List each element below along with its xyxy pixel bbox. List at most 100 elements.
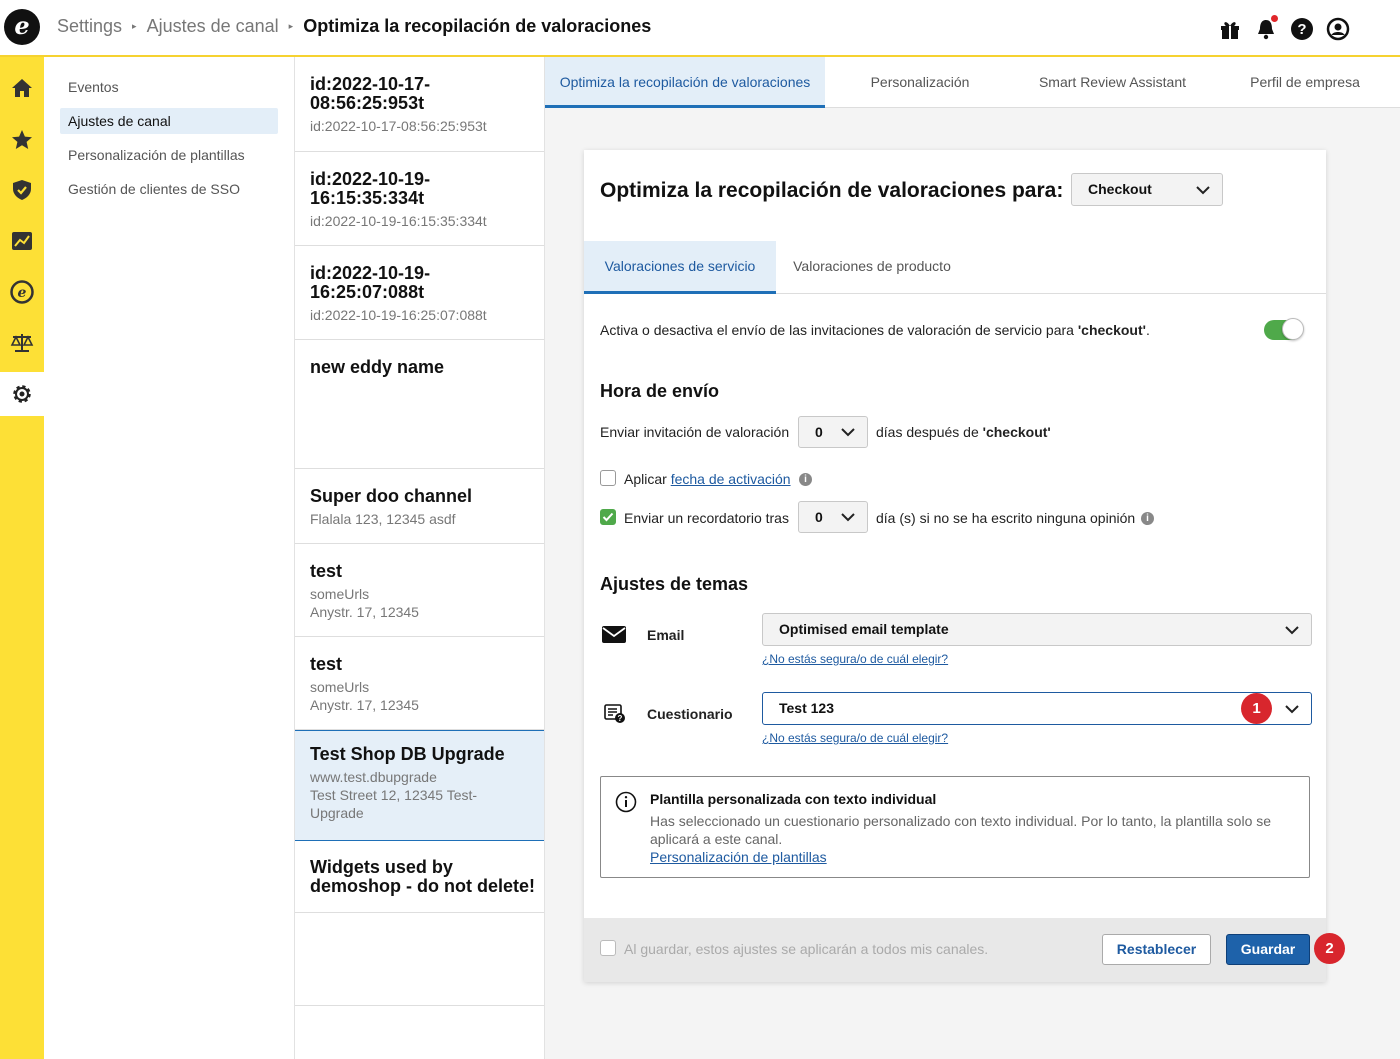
channel-item-selected[interactable]: Test Shop DB Upgrade www.test.dbupgrade … bbox=[295, 730, 544, 841]
channel-address: Anystr. 17, 12345 bbox=[310, 697, 419, 713]
breadcrumb-separator-icon: ▸ bbox=[288, 21, 294, 31]
info-icon[interactable]: i bbox=[799, 473, 812, 486]
channel-type-select[interactable]: Checkout bbox=[1071, 173, 1223, 206]
step-badge-2: 2 bbox=[1314, 933, 1345, 964]
questionnaire-select[interactable]: Test 123 bbox=[762, 692, 1312, 725]
user-icon[interactable] bbox=[1326, 17, 1350, 41]
channel-subtitle: Flalala 123, 12345 asdf bbox=[310, 511, 456, 527]
reminder-label: Enviar un recordatorio tras bbox=[624, 510, 789, 526]
tab-optimize-collection[interactable]: Optimiza la recopilación de valoraciones bbox=[545, 57, 825, 108]
settings-subnav: Eventos Ajustes de canal Personalización… bbox=[44, 57, 295, 1059]
shield-icon[interactable] bbox=[0, 168, 44, 212]
channel-item[interactable]: id:2022-10-19-16:15:35:334t id:2022-10-1… bbox=[295, 152, 544, 246]
icon-rail: e bbox=[0, 57, 44, 1059]
apply-all-channels-label: Al guardar, estos ajustes se aplicarán a… bbox=[624, 941, 989, 957]
channel-title: test bbox=[310, 561, 343, 581]
help-choose-email-link[interactable]: ¿No estás segura/o de cuál elegir? bbox=[762, 652, 948, 666]
subnav-item-channel-settings[interactable]: Ajustes de canal bbox=[60, 108, 278, 134]
info-circle-icon bbox=[615, 791, 637, 813]
settings-card: Optimiza la recopilación de valoraciones… bbox=[584, 150, 1345, 982]
notice-title: Plantilla personalizada con texto indivi… bbox=[650, 791, 937, 807]
info-icon[interactable]: i bbox=[1141, 512, 1154, 525]
custom-template-notice: Plantilla personalizada con texto indivi… bbox=[600, 776, 1310, 878]
trusted-shops-logo[interactable]: e bbox=[4, 9, 40, 45]
channel-title: Super doo channel bbox=[310, 486, 473, 506]
gear-icon[interactable] bbox=[0, 372, 44, 416]
activation-date-label: Aplicar fecha de activación bbox=[624, 471, 791, 487]
breadcrumb-current: Optimiza la recopilación de valoraciones bbox=[303, 16, 652, 36]
card-footer: Al guardar, estos ajustes se aplicarán a… bbox=[584, 918, 1345, 982]
chevron-down-icon bbox=[1196, 185, 1210, 194]
template-customization-link[interactable]: Personalización de plantillas bbox=[650, 849, 827, 865]
review-type-tabs: Valoraciones de servicio Valoraciones de… bbox=[584, 241, 1326, 294]
channel-item[interactable]: id:2022-10-17-08:56:25:953t id:2022-10-1… bbox=[295, 57, 544, 152]
tab-company-profile[interactable]: Perfil de empresa bbox=[1210, 57, 1400, 108]
star-icon[interactable] bbox=[0, 118, 44, 162]
step-badge-1: 1 bbox=[1241, 693, 1272, 724]
channel-item[interactable]: test someUrls Anystr. 17, 12345 bbox=[295, 637, 544, 730]
subnav-item-sso-clients[interactable]: Gestión de clientes de SSO bbox=[60, 176, 278, 202]
themes-heading: Ajustes de temas bbox=[600, 574, 749, 594]
email-template-select[interactable]: Optimised email template bbox=[762, 613, 1312, 646]
home-icon[interactable] bbox=[0, 66, 44, 110]
breadcrumb-channel-settings[interactable]: Ajustes de canal bbox=[147, 16, 279, 37]
channel-subtitle: id:2022-10-17-08:56:25:953t bbox=[310, 118, 487, 134]
top-icons: ? bbox=[1218, 15, 1350, 41]
questionnaire-icon: ? bbox=[604, 704, 625, 723]
scales-icon[interactable] bbox=[0, 321, 44, 365]
channel-item[interactable]: Super doo channel Flalala 123, 12345 asd… bbox=[295, 469, 544, 544]
breadcrumb: Settings ▸ Ajustes de canal ▸ Optimiza l… bbox=[57, 16, 651, 37]
activation-date-link[interactable]: fecha de activación bbox=[671, 471, 791, 487]
send-invite-label: Enviar invitación de valoración bbox=[600, 424, 790, 440]
channel-title: Widgets used by demoshop - do not delete… bbox=[310, 857, 535, 896]
e-logo-icon[interactable]: e bbox=[0, 270, 44, 314]
days-after-select[interactable]: 0 bbox=[798, 416, 868, 448]
service-invites-toggle[interactable] bbox=[1264, 318, 1304, 340]
tab-smart-review-assistant[interactable]: Smart Review Assistant bbox=[1015, 57, 1210, 108]
send-time-heading: Hora de envío bbox=[600, 381, 720, 401]
gift-icon[interactable] bbox=[1218, 17, 1242, 41]
tab-service-reviews[interactable]: Valoraciones de servicio bbox=[584, 241, 776, 294]
notice-body: Has seleccionado un cuestionario persona… bbox=[650, 812, 1290, 866]
channel-item[interactable]: test someUrls Anystr. 17, 12345 bbox=[295, 544, 544, 637]
chart-icon[interactable] bbox=[0, 219, 44, 263]
tab-product-reviews[interactable]: Valoraciones de producto bbox=[776, 241, 968, 294]
channel-item[interactable]: new eddy name bbox=[295, 340, 544, 469]
toggle-knob bbox=[1282, 318, 1304, 340]
channel-item[interactable]: id:2022-10-19-16:25:07:088t id:2022-10-1… bbox=[295, 246, 544, 340]
help-icon[interactable]: ? bbox=[1290, 17, 1314, 41]
email-label: Email bbox=[647, 627, 685, 643]
channel-list: id:2022-10-17-08:56:25:953t id:2022-10-1… bbox=[295, 57, 545, 1059]
reminder-checkbox[interactable] bbox=[600, 509, 616, 525]
channel-type-value: Checkout bbox=[1088, 181, 1152, 197]
subnav-item-events[interactable]: Eventos bbox=[60, 74, 278, 100]
channel-item[interactable]: Widgets used by demoshop - do not delete… bbox=[295, 841, 544, 913]
tab-personalization[interactable]: Personalización bbox=[825, 57, 1015, 108]
channel-title: id:2022-10-19-16:15:35:334t bbox=[310, 169, 431, 208]
reset-button[interactable]: Restablecer bbox=[1102, 934, 1211, 965]
chevron-down-icon bbox=[841, 428, 855, 437]
channel-url: someUrls bbox=[310, 679, 370, 695]
notice-text: Has seleccionado un cuestionario persona… bbox=[650, 813, 1272, 847]
activation-date-checkbox[interactable] bbox=[600, 470, 616, 486]
top-bar: e Settings ▸ Ajustes de canal ▸ Optimiza… bbox=[0, 0, 1400, 57]
breadcrumb-separator-icon: ▸ bbox=[132, 21, 137, 31]
envelope-icon bbox=[602, 626, 626, 643]
apply-all-channels-checkbox[interactable] bbox=[600, 940, 616, 956]
channel-title: id:2022-10-17-08:56:25:953t bbox=[310, 74, 431, 113]
help-choose-questionnaire-link[interactable]: ¿No estás segura/o de cuál elegir? bbox=[762, 731, 948, 745]
reminder-days-select[interactable]: 0 bbox=[798, 501, 868, 533]
bell-icon[interactable] bbox=[1254, 15, 1278, 41]
channel-title: test bbox=[310, 654, 343, 674]
subnav-item-template-customization[interactable]: Personalización de plantillas bbox=[60, 142, 278, 168]
email-template-value: Optimised email template bbox=[779, 621, 949, 637]
main-tabs: Optimiza la recopilación de valoraciones… bbox=[545, 57, 1400, 108]
main-content: Optimiza la recopilación de valoraciones… bbox=[545, 57, 1400, 1059]
save-button[interactable]: Guardar bbox=[1226, 934, 1310, 965]
channel-subtitle: id:2022-10-19-16:25:07:088t bbox=[310, 307, 487, 323]
channel-title: new eddy name bbox=[310, 357, 445, 377]
svg-text:?: ? bbox=[618, 714, 623, 723]
card-title: Optimiza la recopilación de valoraciones… bbox=[600, 179, 1064, 202]
channel-title: id:2022-10-19-16:25:07:088t bbox=[310, 263, 431, 302]
breadcrumb-settings[interactable]: Settings bbox=[57, 16, 122, 37]
